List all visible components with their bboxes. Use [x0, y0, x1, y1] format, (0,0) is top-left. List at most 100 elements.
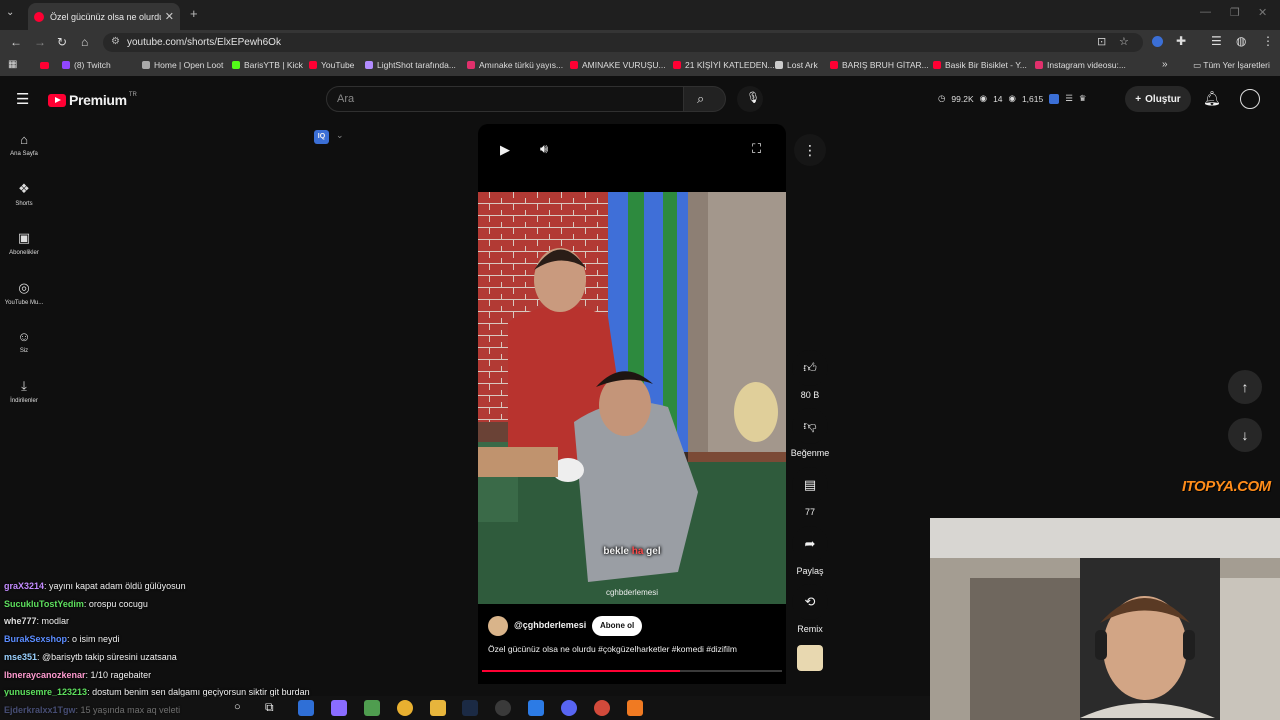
sidebar-item[interactable]: ⌂ Ana Sayfa	[0, 132, 48, 157]
taskbar-store-icon[interactable]	[364, 700, 380, 716]
bookmark-item[interactable]: YouTube	[309, 60, 354, 70]
home-browser-icon[interactable]: ⌂	[81, 35, 88, 49]
sidebar-item[interactable]: ❖ Shorts	[0, 181, 48, 207]
voice-search-button[interactable]: 🎙	[737, 86, 763, 112]
bookmark-item[interactable]: Instagram videosu:...	[1035, 60, 1126, 70]
bookmark-item[interactable]: AMINAKE VURUŞU...	[570, 60, 666, 70]
sidebar-item-label: İndirilenler	[10, 398, 38, 404]
play-icon[interactable]: ▶	[500, 142, 510, 158]
taskbar-discord-icon[interactable]	[561, 700, 577, 716]
fullscreen-icon[interactable]: ⛶	[752, 141, 761, 157]
browser-tab-active[interactable]: Özel gücünüz olsa ne olurdu #... ✕	[28, 3, 180, 30]
sidebar-item-label: Siz	[19, 348, 29, 354]
bookmarks-overflow-icon[interactable]: »	[1162, 59, 1168, 70]
channel-name[interactable]: @çghbderlemesi	[514, 620, 586, 630]
back-icon[interactable]: ←	[10, 35, 22, 49]
remix-button[interactable]: ⟲ Remix	[790, 584, 830, 634]
taskbar-app-icon[interactable]	[298, 700, 314, 716]
list-icon[interactable]: ☰	[1065, 93, 1073, 104]
bookmark-item[interactable]: 21 KİŞİYİ KATLEDEN...	[673, 60, 775, 70]
bookmark-star-icon[interactable]: ☆	[1119, 35, 1129, 48]
bookmark-item[interactable]: Lost Ark	[775, 60, 818, 70]
sidebar-item[interactable]: ☺ Siz	[0, 329, 48, 354]
iq-extension-icon[interactable]	[1049, 93, 1060, 104]
extension-icon[interactable]	[1152, 36, 1163, 47]
taskbar-chrome2-icon[interactable]	[594, 700, 610, 716]
chevron-down-icon[interactable]: ⌄	[336, 130, 344, 141]
address-bar[interactable]: ⚙ youtube.com/shorts/ElxEPewh6Ok ⊡ ☆	[103, 33, 1143, 52]
like-count: 80 B	[800, 390, 820, 400]
maximize-icon[interactable]: ❐	[1230, 6, 1240, 19]
windows-search-icon[interactable]: ○	[234, 701, 241, 713]
volume-icon[interactable]: 🔊︎	[540, 141, 548, 157]
tab-close-icon[interactable]: ✕	[165, 10, 174, 23]
taskbar-soundcloud-icon[interactable]	[627, 700, 643, 716]
bookmark-favicon-icon	[142, 61, 150, 69]
bookmark-favicon-icon	[830, 61, 838, 69]
taskbar-copilot-icon[interactable]	[331, 700, 347, 716]
profile-icon[interactable]: ◍	[1236, 34, 1246, 48]
extensions-puzzle-icon[interactable]: ✚	[1176, 34, 1186, 48]
comment-count: 77	[804, 507, 815, 517]
progress-track[interactable]	[482, 670, 782, 672]
create-button[interactable]: + Oluştur	[1125, 86, 1191, 112]
bookmark-label: BARIŞ BRUH GİTAR...	[842, 60, 929, 70]
bookmark-item[interactable]: BARIŞ BRUH GİTAR...	[830, 60, 929, 70]
reload-icon[interactable]: ↻	[57, 35, 67, 49]
share-icon: ➦	[792, 526, 828, 562]
chat-message: graX3214: yayını kapat adam öldü gülüyos…	[4, 578, 444, 596]
close-window-icon[interactable]: ✕	[1258, 6, 1267, 19]
previous-short-button[interactable]: ↑	[1228, 370, 1262, 404]
media-control-icon[interactable]: ☰	[1211, 34, 1222, 48]
forward-icon[interactable]: →	[34, 35, 46, 49]
taskbar-app2-icon[interactable]	[528, 700, 544, 716]
search-button[interactable]: ⌕	[684, 86, 726, 112]
bookmark-item[interactable]: (8) Twitch	[62, 60, 111, 70]
sound-thumbnail[interactable]	[797, 645, 823, 671]
bookmark-item[interactable]: Home | Open Loot	[142, 60, 223, 70]
comments-button[interactable]: ▤ 77	[790, 467, 830, 517]
youtube-premium-logo[interactable]: Premium TR	[48, 92, 137, 108]
notifications-bell-icon[interactable]: 🔔︎	[1203, 90, 1221, 107]
subscribe-button[interactable]: Abone ol	[592, 616, 643, 636]
trophy-icon[interactable]: ♛	[1079, 93, 1087, 104]
install-app-icon[interactable]: ⊡	[1097, 35, 1106, 48]
bookmark-item[interactable]: LightShot tarafında...	[365, 60, 456, 70]
tab-search-icon[interactable]: ⌄	[6, 7, 14, 18]
bookmark-favicon-icon	[933, 61, 941, 69]
hamburger-menu-icon[interactable]: ☰	[16, 90, 29, 108]
next-short-button[interactable]: ↓	[1228, 418, 1262, 452]
share-button[interactable]: ➦ Paylaş	[790, 526, 830, 576]
bookmark-item[interactable]: BarisYTB | Kick	[232, 60, 303, 70]
taskbar-obs-icon[interactable]	[495, 700, 511, 716]
bookmark-item[interactable]: Amınake türkü yayıs...	[467, 60, 563, 70]
more-options-icon[interactable]: ⋮	[794, 134, 826, 166]
like-button[interactable]: 👍︎ 80 B	[790, 350, 830, 400]
sidebar-item[interactable]: ◎ YouTube Mu...	[0, 280, 48, 306]
taskbar-chrome-icon[interactable]	[397, 700, 413, 716]
browser-menu-icon[interactable]: ⋮	[1262, 34, 1274, 48]
bookmark-favicon-icon	[467, 61, 475, 69]
webcam-illustration	[930, 518, 1280, 720]
taskbar-steam-icon[interactable]	[462, 700, 478, 716]
iq-player-icon[interactable]: IQ	[314, 130, 329, 144]
dislike-button[interactable]: 👎︎ Beğenme	[790, 408, 830, 458]
bookmark-item[interactable]: Basik Bir Bisiklet - Y...	[933, 60, 1027, 70]
site-info-icon[interactable]: ⚙	[111, 36, 120, 47]
sidebar-item[interactable]: ▣ Abonelikler	[0, 230, 48, 256]
minimize-icon[interactable]: —	[1200, 6, 1211, 18]
short-video[interactable]: bekle ha gel cghbderlemesi	[478, 192, 786, 604]
avatar[interactable]	[1240, 89, 1260, 109]
sidebar-item-label: YouTube Mu...	[4, 300, 44, 306]
search-input[interactable]: Ara	[326, 86, 684, 112]
channel-avatar[interactable]	[488, 616, 508, 636]
new-tab-button[interactable]: +	[190, 6, 198, 21]
streamer-webcam	[930, 518, 1280, 720]
taskbar-folder-icon[interactable]	[430, 700, 446, 716]
bookmark-youtube-icon[interactable]	[40, 62, 49, 69]
apps-grid-icon[interactable]: ▦	[8, 59, 17, 70]
sidebar-item[interactable]: ⤓ İndirilenler	[0, 378, 48, 404]
all-bookmarks-folder[interactable]: ▭ Tüm Yer İşaretleri	[1193, 60, 1270, 71]
task-view-icon[interactable]: ⧉	[265, 700, 274, 715]
bookmark-label: YouTube	[321, 60, 355, 70]
